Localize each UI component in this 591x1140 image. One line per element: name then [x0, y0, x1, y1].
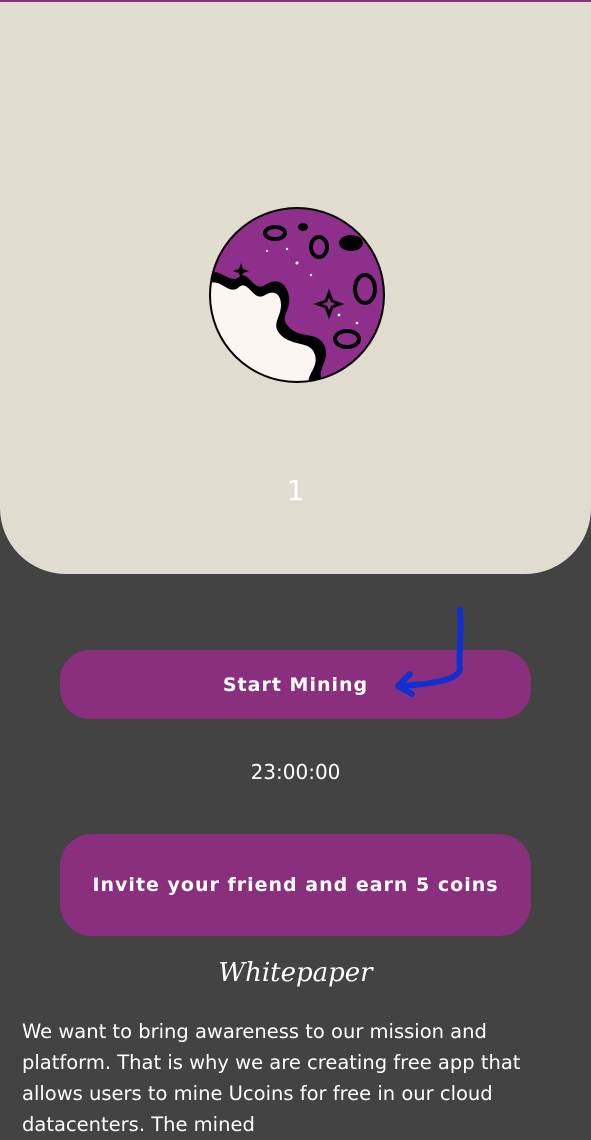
hero-card: 1: [0, 2, 591, 574]
planet-icon: [209, 207, 385, 383]
whitepaper-title: Whitepaper: [218, 958, 373, 988]
annotation-arrow-icon: [395, 607, 464, 697]
coin-count: 1: [286, 474, 305, 507]
invite-friend-button[interactable]: Invite your friend and earn 5 coins: [60, 834, 531, 936]
mining-timer: 23:00:00: [250, 760, 341, 784]
whitepaper-body: We want to bring awareness to our missio…: [22, 1020, 521, 1136]
